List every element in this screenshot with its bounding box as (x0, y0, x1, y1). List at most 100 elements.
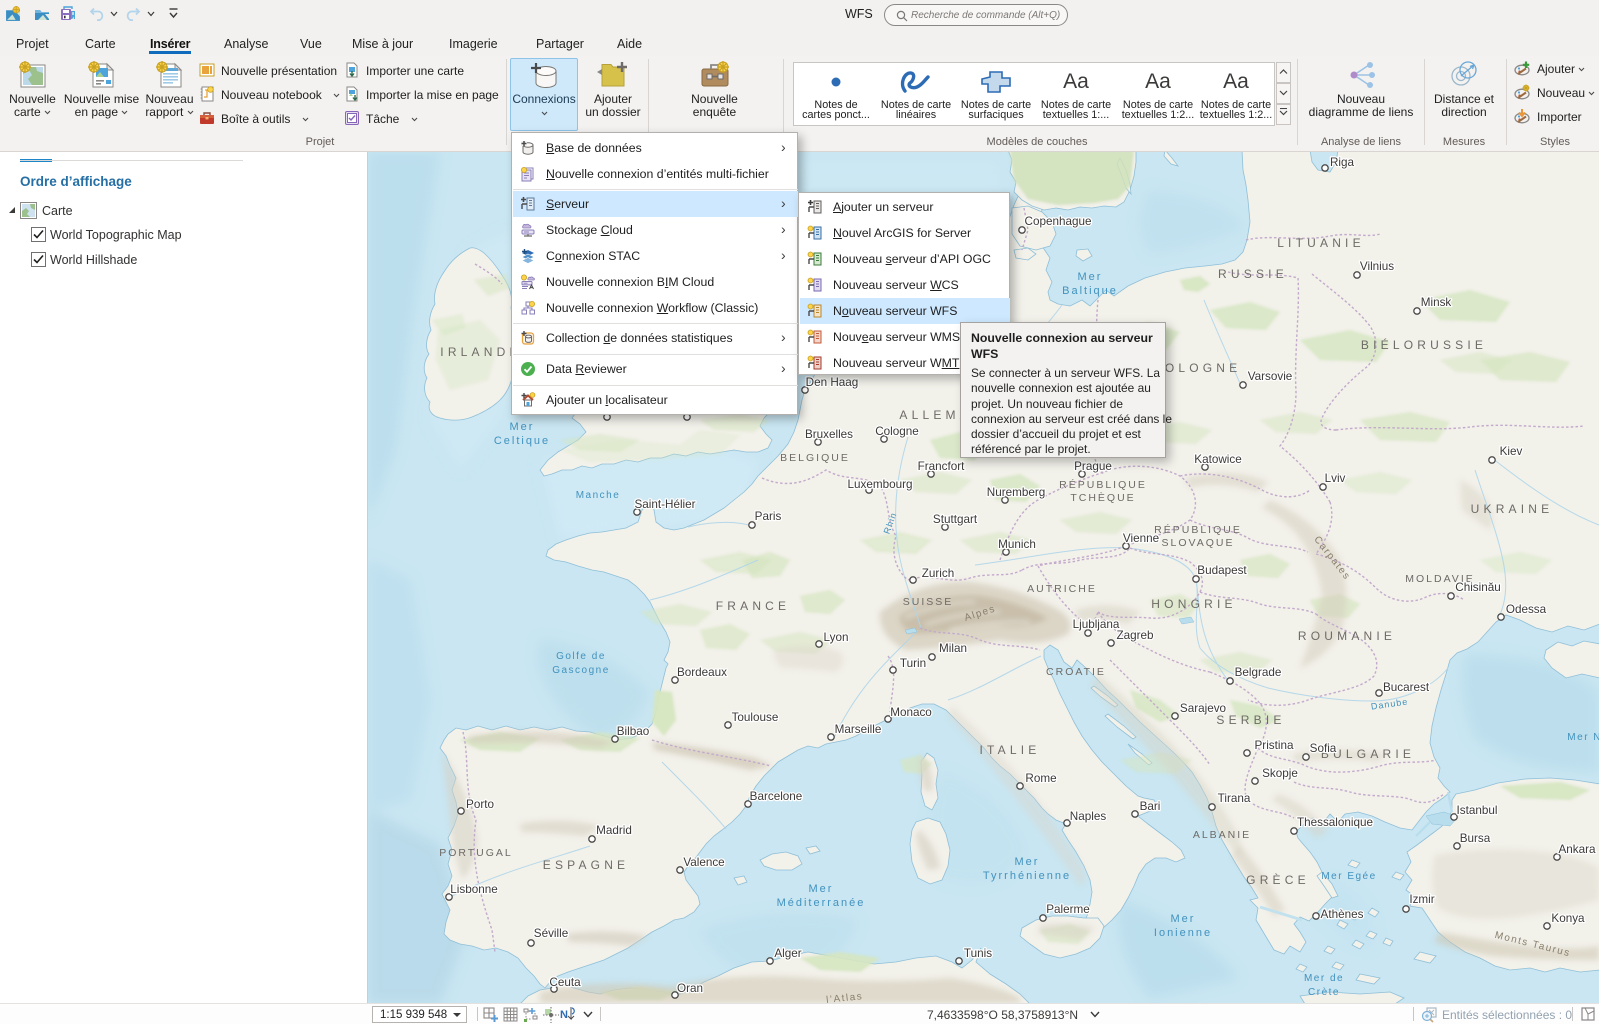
svg-text:Barcelone: Barcelone (750, 790, 803, 803)
svg-text:Naples: Naples (1070, 810, 1107, 823)
svg-text:RÉPUBLIQUE: RÉPUBLIQUE (1059, 478, 1147, 491)
svg-text:HONGRIE: HONGRIE (1151, 597, 1236, 611)
svg-text:Oran: Oran (677, 982, 703, 995)
svg-text:Bruxelles: Bruxelles (805, 428, 853, 441)
svg-text:Tyrrhénienne: Tyrrhénienne (983, 870, 1071, 882)
svg-text:Ankara: Ankara (1558, 843, 1596, 856)
svg-text:SERBIE: SERBIE (1216, 713, 1285, 727)
svg-text:Skopje: Skopje (1262, 767, 1298, 780)
svg-text:Stuttgart: Stuttgart (933, 513, 978, 526)
svg-text:Prague: Prague (1074, 460, 1112, 473)
svg-text:Francfort: Francfort (918, 460, 966, 473)
svg-text:Sofia: Sofia (1310, 742, 1337, 755)
svg-text:Vilnius: Vilnius (1360, 260, 1394, 273)
svg-text:RÉPUBLIQUE: RÉPUBLIQUE (1154, 523, 1242, 536)
svg-text:Mer: Mer (1015, 856, 1040, 868)
svg-text:Pristina: Pristina (1255, 739, 1294, 752)
svg-text:Kiev: Kiev (1500, 445, 1523, 458)
svg-text:Porto: Porto (466, 798, 494, 811)
svg-text:BIÉLORUSSIE: BIÉLORUSSIE (1361, 337, 1487, 352)
svg-text:Mer: Mer (1078, 271, 1103, 283)
svg-text:Turin: Turin (900, 657, 926, 670)
svg-text:Varsovie: Varsovie (1248, 370, 1293, 383)
svg-text:Milan: Milan (939, 642, 967, 655)
svg-text:Ljubljana: Ljubljana (1073, 618, 1120, 631)
svg-text:Baltique: Baltique (1062, 285, 1118, 297)
svg-text:Gascogne: Gascogne (552, 665, 610, 676)
svg-text:Lyon: Lyon (824, 631, 849, 644)
svg-text:Nuremberg: Nuremberg (987, 486, 1045, 499)
svg-text:Sarajevo: Sarajevo (1180, 702, 1227, 715)
svg-text:Toulouse: Toulouse (732, 711, 779, 724)
svg-text:SLOVAQUE: SLOVAQUE (1162, 537, 1235, 549)
svg-text:Riga: Riga (1330, 156, 1355, 169)
svg-text:Chisinău: Chisinău (1455, 581, 1500, 594)
svg-text:RUSSIE: RUSSIE (1218, 267, 1288, 281)
svg-text:ITALIE: ITALIE (980, 743, 1041, 757)
svg-text:Bursa: Bursa (1460, 832, 1491, 845)
svg-text:Alger: Alger (774, 947, 801, 960)
svg-text:Belgrade: Belgrade (1235, 666, 1282, 679)
svg-text:CROATIE: CROATIE (1046, 666, 1106, 678)
svg-text:Méditerranée: Méditerranée (777, 897, 866, 909)
svg-text:Valence: Valence (683, 856, 724, 869)
svg-text:Zurich: Zurich (922, 567, 954, 580)
svg-text:Tirana: Tirana (1218, 792, 1251, 805)
svg-text:Madrid: Madrid (596, 824, 632, 837)
svg-text:Zagreb: Zagreb (1116, 629, 1154, 642)
svg-text:Saint-Hélier: Saint-Hélier (634, 498, 695, 511)
svg-text:BELGIQUE: BELGIQUE (780, 452, 850, 464)
svg-text:Bari: Bari (1140, 800, 1161, 813)
svg-text:Golfe de: Golfe de (556, 651, 606, 662)
svg-text:Katowice: Katowice (1194, 453, 1241, 466)
svg-text:Istanbul: Istanbul (1457, 804, 1498, 817)
svg-text:FRANCE: FRANCE (716, 599, 791, 613)
svg-text:Munich: Munich (998, 538, 1036, 551)
svg-text:AUTRICHE: AUTRICHE (1027, 583, 1097, 595)
svg-text:Tunis: Tunis (964, 947, 992, 960)
svg-text:PORTUGAL: PORTUGAL (439, 847, 513, 859)
svg-text:ESPAGNE: ESPAGNE (543, 858, 630, 872)
svg-text:Thessalonique: Thessalonique (1297, 816, 1373, 829)
svg-text:Monaco: Monaco (890, 706, 932, 719)
svg-text:IRLANDE: IRLANDE (440, 345, 521, 359)
svg-text:Rome: Rome (1025, 772, 1056, 785)
svg-text:Konya: Konya (1551, 912, 1585, 925)
svg-text:Luxembourg: Luxembourg (848, 478, 913, 491)
svg-text:Paris: Paris (755, 510, 782, 523)
svg-text:Mer: Mer (510, 421, 535, 433)
svg-text:Séville: Séville (534, 927, 568, 940)
svg-text:Den Haag: Den Haag (806, 376, 859, 389)
svg-text:Izmir: Izmir (1409, 893, 1434, 906)
svg-text:Celtique: Celtique (494, 435, 550, 447)
svg-text:TCHÈQUE: TCHÈQUE (1070, 491, 1135, 504)
svg-text:Minsk: Minsk (1421, 296, 1452, 309)
svg-text:ALBANIE: ALBANIE (1193, 829, 1251, 841)
svg-text:Budapest: Budapest (1197, 564, 1247, 577)
svg-text:Athènes: Athènes (1321, 908, 1364, 921)
svg-text:Mer: Mer (1171, 913, 1196, 925)
svg-text:Ionienne: Ionienne (1154, 927, 1212, 939)
svg-text:Copenhague: Copenhague (1025, 215, 1092, 228)
svg-text:Palerme: Palerme (1046, 903, 1090, 916)
svg-text:Vienne: Vienne (1123, 532, 1159, 545)
svg-text:N: N (560, 1009, 568, 1021)
svg-text:Crète: Crète (1308, 987, 1340, 998)
svg-text:Manche: Manche (576, 490, 621, 501)
svg-text:Odessa: Odessa (1506, 603, 1547, 616)
svg-text:Lisbonne: Lisbonne (450, 883, 497, 896)
svg-text:Cologne: Cologne (875, 425, 919, 438)
svg-text:SUISSE: SUISSE (903, 596, 954, 608)
svg-text:LITUANIE: LITUANIE (1277, 236, 1365, 250)
svg-text:Mer Noire: Mer Noire (1567, 732, 1599, 743)
svg-text:Mer Egée: Mer Egée (1321, 871, 1376, 882)
svg-text:Lviv: Lviv (1325, 472, 1346, 485)
svg-text:Mer de: Mer de (1304, 973, 1344, 984)
svg-text:GRÈCE: GRÈCE (1246, 872, 1310, 887)
svg-text:Bilbao: Bilbao (617, 725, 650, 738)
svg-text:Ceuta: Ceuta (549, 976, 581, 989)
svg-text:Bordeaux: Bordeaux (677, 666, 727, 679)
svg-text:Mer: Mer (809, 883, 834, 895)
svg-text:UKRAINE: UKRAINE (1471, 502, 1554, 516)
svg-text:Marseille: Marseille (835, 723, 882, 736)
